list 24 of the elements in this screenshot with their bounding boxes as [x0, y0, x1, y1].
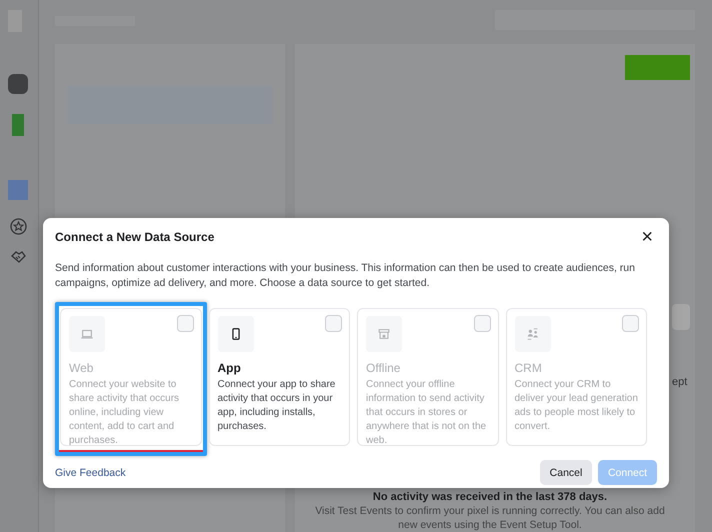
- empty-state-text: Visit Test Events to confirm your pixel is running correctly. You can also add new events using the Event Setup Tool.: [314, 504, 666, 532]
- feedback-link[interactable]: Give Feedback: [55, 466, 534, 478]
- source-title: App: [218, 361, 242, 375]
- background-text: ept: [672, 376, 688, 388]
- dialog-title: Connect a New Data Source: [55, 230, 214, 244]
- cancel-button[interactable]: Cancel: [540, 460, 592, 485]
- blurred-dropdown[interactable]: [672, 304, 690, 330]
- blurred-action-button[interactable]: [625, 55, 690, 80]
- source-description: Connect your CRM to deliver your lead generation ads to people most likely to convert.: [514, 378, 639, 434]
- blurred-icon[interactable]: [8, 74, 28, 94]
- source-title: Offline: [366, 361, 402, 375]
- empty-state-title: No activity was received in the last 378 days.: [372, 491, 608, 504]
- laptop-icon: [80, 327, 94, 341]
- source-title: CRM: [514, 361, 543, 375]
- source-description: Connect your offline information to send activity that occurs in stores or anywhere that is not on the web.: [366, 378, 488, 448]
- dialog-description: Send information about customer interactions with your business. This information can then be used to create audiences, run campaigns, optimize ad delivery, and more. Choose a data source to get started.: [55, 261, 636, 290]
- store-icon: [377, 327, 391, 341]
- people-icon: [526, 327, 540, 341]
- source-description: Connect your website to share activity that occurs online, including view content, add to cart and purchases.: [69, 378, 180, 448]
- close-button[interactable]: ×: [637, 230, 657, 244]
- source-card[interactable]: App Connect your app to share activity that occurs in your app, including installs, purchases.: [208, 308, 350, 446]
- source-title: Web: [69, 361, 94, 375]
- checkbox[interactable]: [325, 315, 342, 332]
- source-description: Connect your app to share activity that occurs in your app, including installs, purchases.: [218, 378, 336, 434]
